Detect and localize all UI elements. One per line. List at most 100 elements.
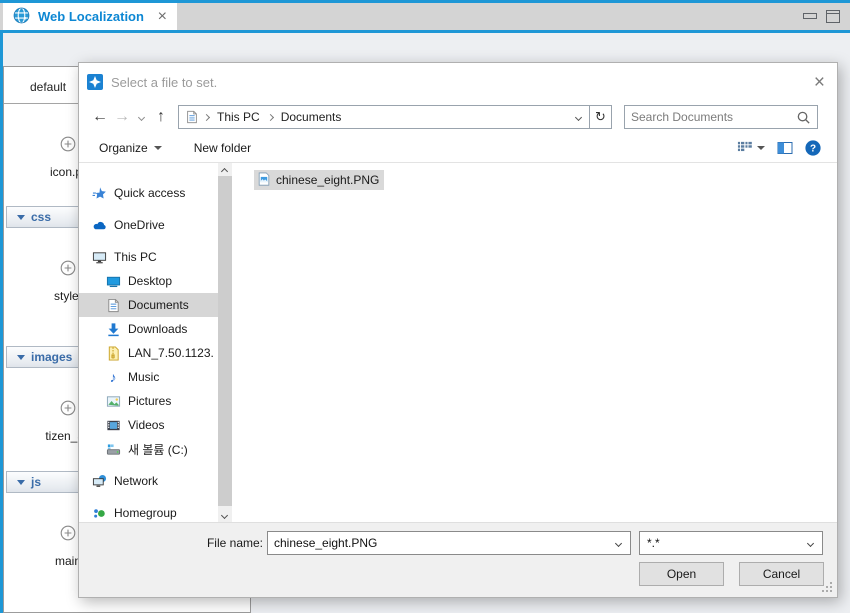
file-list: chinese_eight.PNG bbox=[232, 163, 837, 524]
sidebar-item-documents[interactable]: Documents bbox=[79, 293, 218, 317]
this-pc-icon bbox=[91, 249, 107, 265]
file-name: chinese_eight.PNG bbox=[276, 173, 379, 187]
file-name-input[interactable] bbox=[274, 533, 604, 553]
new-folder-button[interactable]: New folder bbox=[194, 141, 251, 155]
homegroup-icon bbox=[91, 505, 107, 521]
scroll-up-icon[interactable] bbox=[221, 168, 228, 175]
search-icon[interactable] bbox=[796, 110, 811, 128]
chevron-right-icon bbox=[204, 115, 209, 120]
search-input[interactable] bbox=[631, 107, 791, 127]
maximize-icon[interactable] bbox=[826, 10, 840, 23]
sidebar-item-label: Network bbox=[114, 474, 158, 488]
drive-icon bbox=[105, 441, 121, 457]
sidebar-item-this-pc[interactable]: This PC bbox=[79, 245, 218, 269]
help-icon[interactable]: ? bbox=[805, 140, 821, 156]
open-button[interactable]: Open bbox=[639, 562, 724, 586]
sidebar-item-pictures[interactable]: Pictures bbox=[79, 389, 218, 413]
sidebar-item-label: LAN_7.50.1123. bbox=[128, 346, 214, 360]
section-label: js bbox=[31, 475, 41, 489]
quick-access-icon bbox=[91, 185, 107, 201]
chevron-down-icon[interactable] bbox=[615, 540, 622, 547]
resize-grip[interactable] bbox=[830, 590, 832, 592]
tab-web-localization[interactable]: Web Localization × bbox=[3, 3, 177, 30]
close-icon[interactable]: × bbox=[814, 73, 825, 92]
back-icon[interactable]: ← bbox=[89, 109, 111, 125]
dialog-toolbar: Organize New folder ? bbox=[79, 133, 837, 163]
tab-title: Web Localization bbox=[38, 9, 150, 24]
triangle-down-icon bbox=[17, 480, 25, 485]
desktop-icon bbox=[105, 273, 121, 289]
sidebar-item-label: Documents bbox=[128, 298, 189, 312]
onedrive-icon bbox=[91, 217, 107, 233]
sidebar-item-label: Videos bbox=[128, 418, 164, 432]
triangle-down-icon bbox=[17, 215, 25, 220]
music-icon: ♪ bbox=[105, 369, 121, 385]
address-dropdown-chevron-icon[interactable] bbox=[576, 115, 583, 120]
file-dialog: Select a file to set. × ← → ↑ This PC Do… bbox=[78, 62, 838, 598]
sidebar-item-lan-7-50-1123[interactable]: LAN_7.50.1123. bbox=[79, 341, 218, 365]
zip-file-icon bbox=[105, 345, 121, 361]
scroll-down-icon[interactable] bbox=[221, 512, 228, 519]
sidebar-item-label: Downloads bbox=[128, 322, 187, 336]
close-icon[interactable]: × bbox=[158, 9, 167, 25]
sidebar-item-c[interactable]: 새 볼륨 (C:) bbox=[79, 437, 218, 461]
sidebar-item-label: Desktop bbox=[128, 274, 172, 288]
breadcrumb-root[interactable]: This PC bbox=[214, 110, 263, 124]
titlebar: Web Localization × bbox=[0, 0, 850, 33]
dialog-footer: File name: *.* Open Cancel bbox=[79, 522, 837, 597]
recent-locations-chevron-icon[interactable] bbox=[139, 115, 144, 120]
search-box[interactable] bbox=[624, 105, 818, 129]
breadcrumb[interactable]: This PC Documents bbox=[178, 105, 590, 129]
nav-scrollbar[interactable] bbox=[218, 163, 232, 524]
image-file-icon bbox=[257, 172, 271, 189]
sidebar-item-label: 새 볼륨 (C:) bbox=[128, 441, 188, 458]
sidebar-item-label: Music bbox=[128, 370, 159, 384]
sidebar-item-quick-access[interactable]: Quick access bbox=[79, 181, 218, 205]
scrollbar-thumb[interactable] bbox=[218, 176, 232, 506]
file-name-label: File name: bbox=[183, 531, 263, 555]
globe-icon bbox=[13, 7, 30, 27]
file-item-chinese-eight-png[interactable]: chinese_eight.PNG bbox=[254, 170, 384, 190]
svg-text:?: ? bbox=[810, 143, 816, 154]
dialog-titlebar: Select a file to set. × bbox=[79, 63, 837, 101]
chevron-down-icon bbox=[757, 146, 765, 150]
dialog-title: Select a file to set. bbox=[111, 75, 806, 90]
chevron-down-icon[interactable] bbox=[807, 540, 814, 547]
refresh-icon[interactable]: ↻ bbox=[590, 105, 612, 129]
navigation-pane: Quick access OneDrive This PC Desktop Docume… bbox=[79, 163, 218, 524]
new-folder-label: New folder bbox=[194, 141, 251, 155]
triangle-down-icon bbox=[17, 355, 25, 360]
videos-icon bbox=[105, 417, 121, 433]
section-label: images bbox=[31, 350, 72, 364]
breadcrumb-current[interactable]: Documents bbox=[278, 110, 345, 124]
sidebar-item-network[interactable]: Network bbox=[79, 469, 218, 493]
chevron-down-icon bbox=[154, 146, 162, 150]
up-icon[interactable]: ↑ bbox=[150, 109, 172, 125]
tab-default[interactable]: default bbox=[4, 80, 80, 103]
file-type-value: *.* bbox=[647, 536, 660, 550]
sidebar-item-label: Quick access bbox=[114, 186, 185, 200]
dialog-app-icon bbox=[87, 74, 103, 90]
sidebar-item-homegroup[interactable]: Homegroup bbox=[79, 501, 218, 524]
file-type-combo[interactable]: *.* bbox=[639, 531, 823, 555]
sidebar-item-desktop[interactable]: Desktop bbox=[79, 269, 218, 293]
chevron-right-icon bbox=[268, 115, 273, 120]
sidebar-item-onedrive[interactable]: OneDrive bbox=[79, 213, 218, 237]
sidebar-item-music[interactable]: ♪ Music bbox=[79, 365, 218, 389]
dialog-content: Quick access OneDrive This PC Desktop Docume… bbox=[79, 163, 837, 524]
sidebar-item-label: Homegroup bbox=[114, 506, 177, 520]
cancel-button[interactable]: Cancel bbox=[739, 562, 824, 586]
minimize-icon[interactable] bbox=[803, 13, 817, 19]
downloads-icon bbox=[105, 321, 121, 337]
preview-pane-icon[interactable] bbox=[777, 140, 793, 156]
sidebar-item-label: This PC bbox=[114, 250, 157, 264]
organize-button[interactable]: Organize bbox=[99, 141, 162, 155]
documents-icon bbox=[105, 297, 121, 313]
sidebar-item-label: Pictures bbox=[128, 394, 171, 408]
file-name-combo[interactable] bbox=[267, 531, 631, 555]
sidebar-item-videos[interactable]: Videos bbox=[79, 413, 218, 437]
sidebar-item-downloads[interactable]: Downloads bbox=[79, 317, 218, 341]
app-window: Web Localization × default icon.prcsssty… bbox=[0, 0, 850, 613]
address-bar: ← → ↑ This PC Documents ↻ bbox=[79, 101, 837, 133]
view-options-icon[interactable] bbox=[737, 140, 765, 155]
